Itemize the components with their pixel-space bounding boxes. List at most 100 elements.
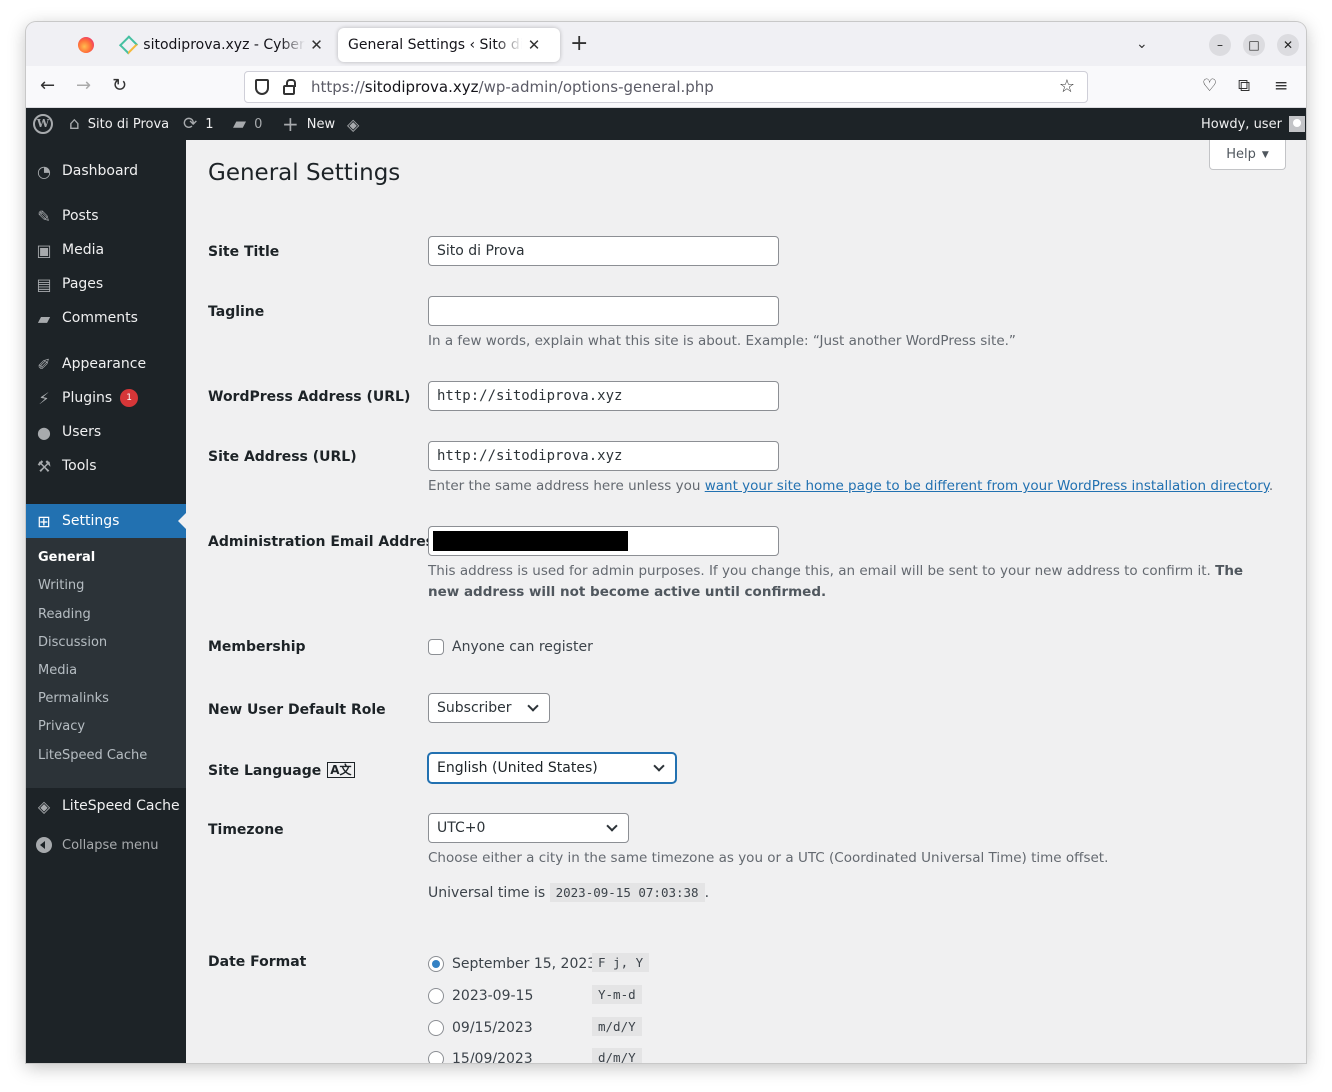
main-content: Help ▼ General Settings Site Title Sito …	[186, 140, 1306, 1063]
sidebar-item-tools[interactable]: ⚒ Tools	[26, 449, 186, 483]
format-code: m/d/Y	[592, 1017, 642, 1036]
account-menu[interactable]: Howdy, user	[1201, 108, 1305, 140]
default-role-select[interactable]: Subscriber	[428, 693, 550, 723]
site-name-link[interactable]: ⌂ Sito di Prova	[69, 108, 169, 140]
site-address-input[interactable]: http://sitodiprova.xyz	[428, 441, 779, 471]
updates-link[interactable]: ⟳ 1	[183, 108, 214, 140]
new-tab-icon[interactable]: +	[570, 33, 588, 55]
date-format-option[interactable]: 15/09/2023 d/m/Y	[428, 1048, 688, 1063]
submenu-item-writing[interactable]: Writing	[38, 578, 84, 593]
list-tabs-chevron-icon[interactable]: ⌄	[1136, 36, 1148, 52]
help-button[interactable]: Help ▼	[1209, 140, 1286, 170]
sidebar-item-appearance[interactable]: ✐ Appearance	[26, 347, 186, 381]
reload-icon[interactable]: ↻	[112, 76, 127, 96]
sidebar-item-media[interactable]: ▣ Media	[26, 233, 186, 267]
membership-label: Membership	[208, 639, 306, 655]
date-format-option[interactable]: 09/15/2023 m/d/Y	[428, 1017, 688, 1039]
submenu-item-general[interactable]: General	[38, 550, 95, 565]
pages-icon: ▤	[36, 274, 52, 294]
minimize-window-icon[interactable]: –	[1209, 34, 1231, 56]
firefox-icon	[78, 37, 94, 53]
new-content-link[interactable]: + New	[282, 108, 335, 140]
tagline-input[interactable]	[428, 296, 779, 326]
tab-cyberpanel[interactable]: sitodiprova.xyz - CyberPanel ✕	[112, 28, 334, 62]
redacted-email	[433, 531, 628, 551]
site-title-input[interactable]: Sito di Prova	[428, 236, 779, 266]
tab-title: General Settings ‹ Sito di Prova	[348, 37, 522, 53]
submenu-item-privacy[interactable]: Privacy	[38, 719, 85, 734]
close-window-icon[interactable]: ✕	[1277, 34, 1299, 56]
radio-button[interactable]	[428, 1020, 444, 1036]
date-format-option[interactable]: 2023-09-15 Y-m-d	[428, 985, 688, 1007]
wp-admin-bar: W ⌂ Sito di Prova ⟳ 1 ▰ 0 + New ◈ Howdy,…	[26, 108, 1306, 140]
date-format-label: Date Format	[208, 954, 307, 970]
submenu-item-permalinks[interactable]: Permalinks	[38, 691, 109, 706]
format-code: F j, Y	[592, 953, 650, 972]
format-code: Y-m-d	[592, 985, 642, 1004]
close-tab-icon[interactable]: ✕	[309, 36, 324, 54]
hamburger-menu-icon[interactable]: ≡	[1274, 76, 1288, 96]
admin-sidebar: ◔ Dashboard ✎ Posts ▣ Media ▤ Pages ▰ Co…	[26, 140, 186, 1063]
admin-email-label: Administration Email Address	[208, 534, 443, 550]
comments-link[interactable]: ▰ 0	[233, 108, 262, 140]
sidebar-item-plugins[interactable]: ⚡ Plugins 1	[26, 381, 186, 415]
navigation-bar: ← → ↻ https://sitodiprova.xyz/wp-admin/o…	[26, 66, 1306, 108]
sidebar-item-posts[interactable]: ✎ Posts	[26, 199, 186, 233]
back-arrow-icon[interactable]: ←	[40, 76, 55, 96]
collapse-menu-button[interactable]: Collapse menu	[26, 828, 186, 862]
date-format-option[interactable]: September 15, 2023 F j, Y	[428, 953, 688, 975]
anyone-can-register-checkbox[interactable]: Anyone can register	[428, 639, 593, 655]
litespeed-icon: ◈	[37, 796, 51, 816]
cyberpanel-favicon-icon	[118, 35, 139, 55]
format-code: d/m/Y	[592, 1048, 642, 1063]
sidebar-item-litespeed-cache[interactable]: ◈ LiteSpeed Cache	[26, 789, 186, 823]
pin-icon: ✎	[37, 206, 51, 226]
radio-button[interactable]	[428, 956, 444, 972]
howdy-label: Howdy, user	[1201, 116, 1282, 132]
pocket-icon[interactable]: ♡	[1202, 76, 1217, 96]
media-icon: ▣	[36, 240, 52, 260]
translation-icon: A文	[327, 762, 355, 778]
timezone-select[interactable]: UTC+0	[428, 813, 629, 843]
sidebar-item-dashboard[interactable]: ◔ Dashboard	[26, 154, 186, 188]
bookmark-star-icon[interactable]: ☆	[1059, 76, 1075, 97]
extensions-icon[interactable]: ⧉	[1238, 76, 1250, 96]
home-icon: ⌂	[69, 114, 80, 134]
submenu-item-reading[interactable]: Reading	[38, 607, 91, 622]
comment-icon: ▰	[233, 114, 247, 134]
litespeed-admin-icon[interactable]: ◈	[347, 108, 359, 140]
forward-arrow-icon[interactable]: →	[76, 76, 91, 96]
lock-icon[interactable]	[283, 79, 296, 95]
url-text[interactable]: https://sitodiprova.xyz/wp-admin/options…	[311, 78, 714, 96]
page-title: General Settings	[208, 160, 401, 186]
checkbox-box[interactable]	[428, 639, 444, 655]
sidebar-item-settings[interactable]: ⊞ Settings	[26, 504, 186, 538]
site-language-select[interactable]: English (United States)	[428, 753, 676, 783]
caret-down-icon: ▼	[1261, 149, 1269, 160]
tracking-shield-icon[interactable]	[255, 79, 269, 95]
sidebar-item-users[interactable]: ● Users	[26, 415, 186, 449]
submenu-item-discussion[interactable]: Discussion	[38, 635, 107, 650]
radio-button[interactable]	[428, 1051, 444, 1063]
maximize-window-icon[interactable]: □	[1243, 34, 1265, 56]
sidebar-item-pages[interactable]: ▤ Pages	[26, 267, 186, 301]
new-label: New	[306, 116, 336, 132]
default-role-label: New User Default Role	[208, 702, 386, 718]
close-tab-icon[interactable]: ✕	[526, 36, 542, 54]
timezone-description: Choose either a city in the same timezon…	[428, 850, 1109, 866]
browser-window: sitodiprova.xyz - CyberPanel ✕ General S…	[26, 22, 1306, 1063]
firefox-view-button[interactable]	[26, 22, 110, 66]
sidebar-item-comments[interactable]: ▰ Comments	[26, 301, 186, 335]
tab-general-settings[interactable]: General Settings ‹ Sito di Prova ✕	[338, 28, 560, 62]
wordpress-address-input[interactable]: http://sitodiprova.xyz	[428, 381, 779, 411]
radio-button[interactable]	[428, 988, 444, 1004]
site-language-label: Site Language A文	[208, 762, 355, 779]
site-address-description: Enter the same address here unless you w…	[428, 478, 1274, 494]
wordpress-logo-icon[interactable]: W	[33, 108, 53, 140]
home-page-different-link[interactable]: want your site home page to be different…	[705, 478, 1269, 494]
tab-title: sitodiprova.xyz - CyberPanel	[143, 37, 305, 53]
submenu-item-litespeed-cache[interactable]: LiteSpeed Cache	[38, 748, 147, 763]
address-bar[interactable]: https://sitodiprova.xyz/wp-admin/options…	[244, 71, 1088, 103]
admin-email-input[interactable]	[428, 526, 779, 556]
submenu-item-media[interactable]: Media	[38, 663, 77, 678]
